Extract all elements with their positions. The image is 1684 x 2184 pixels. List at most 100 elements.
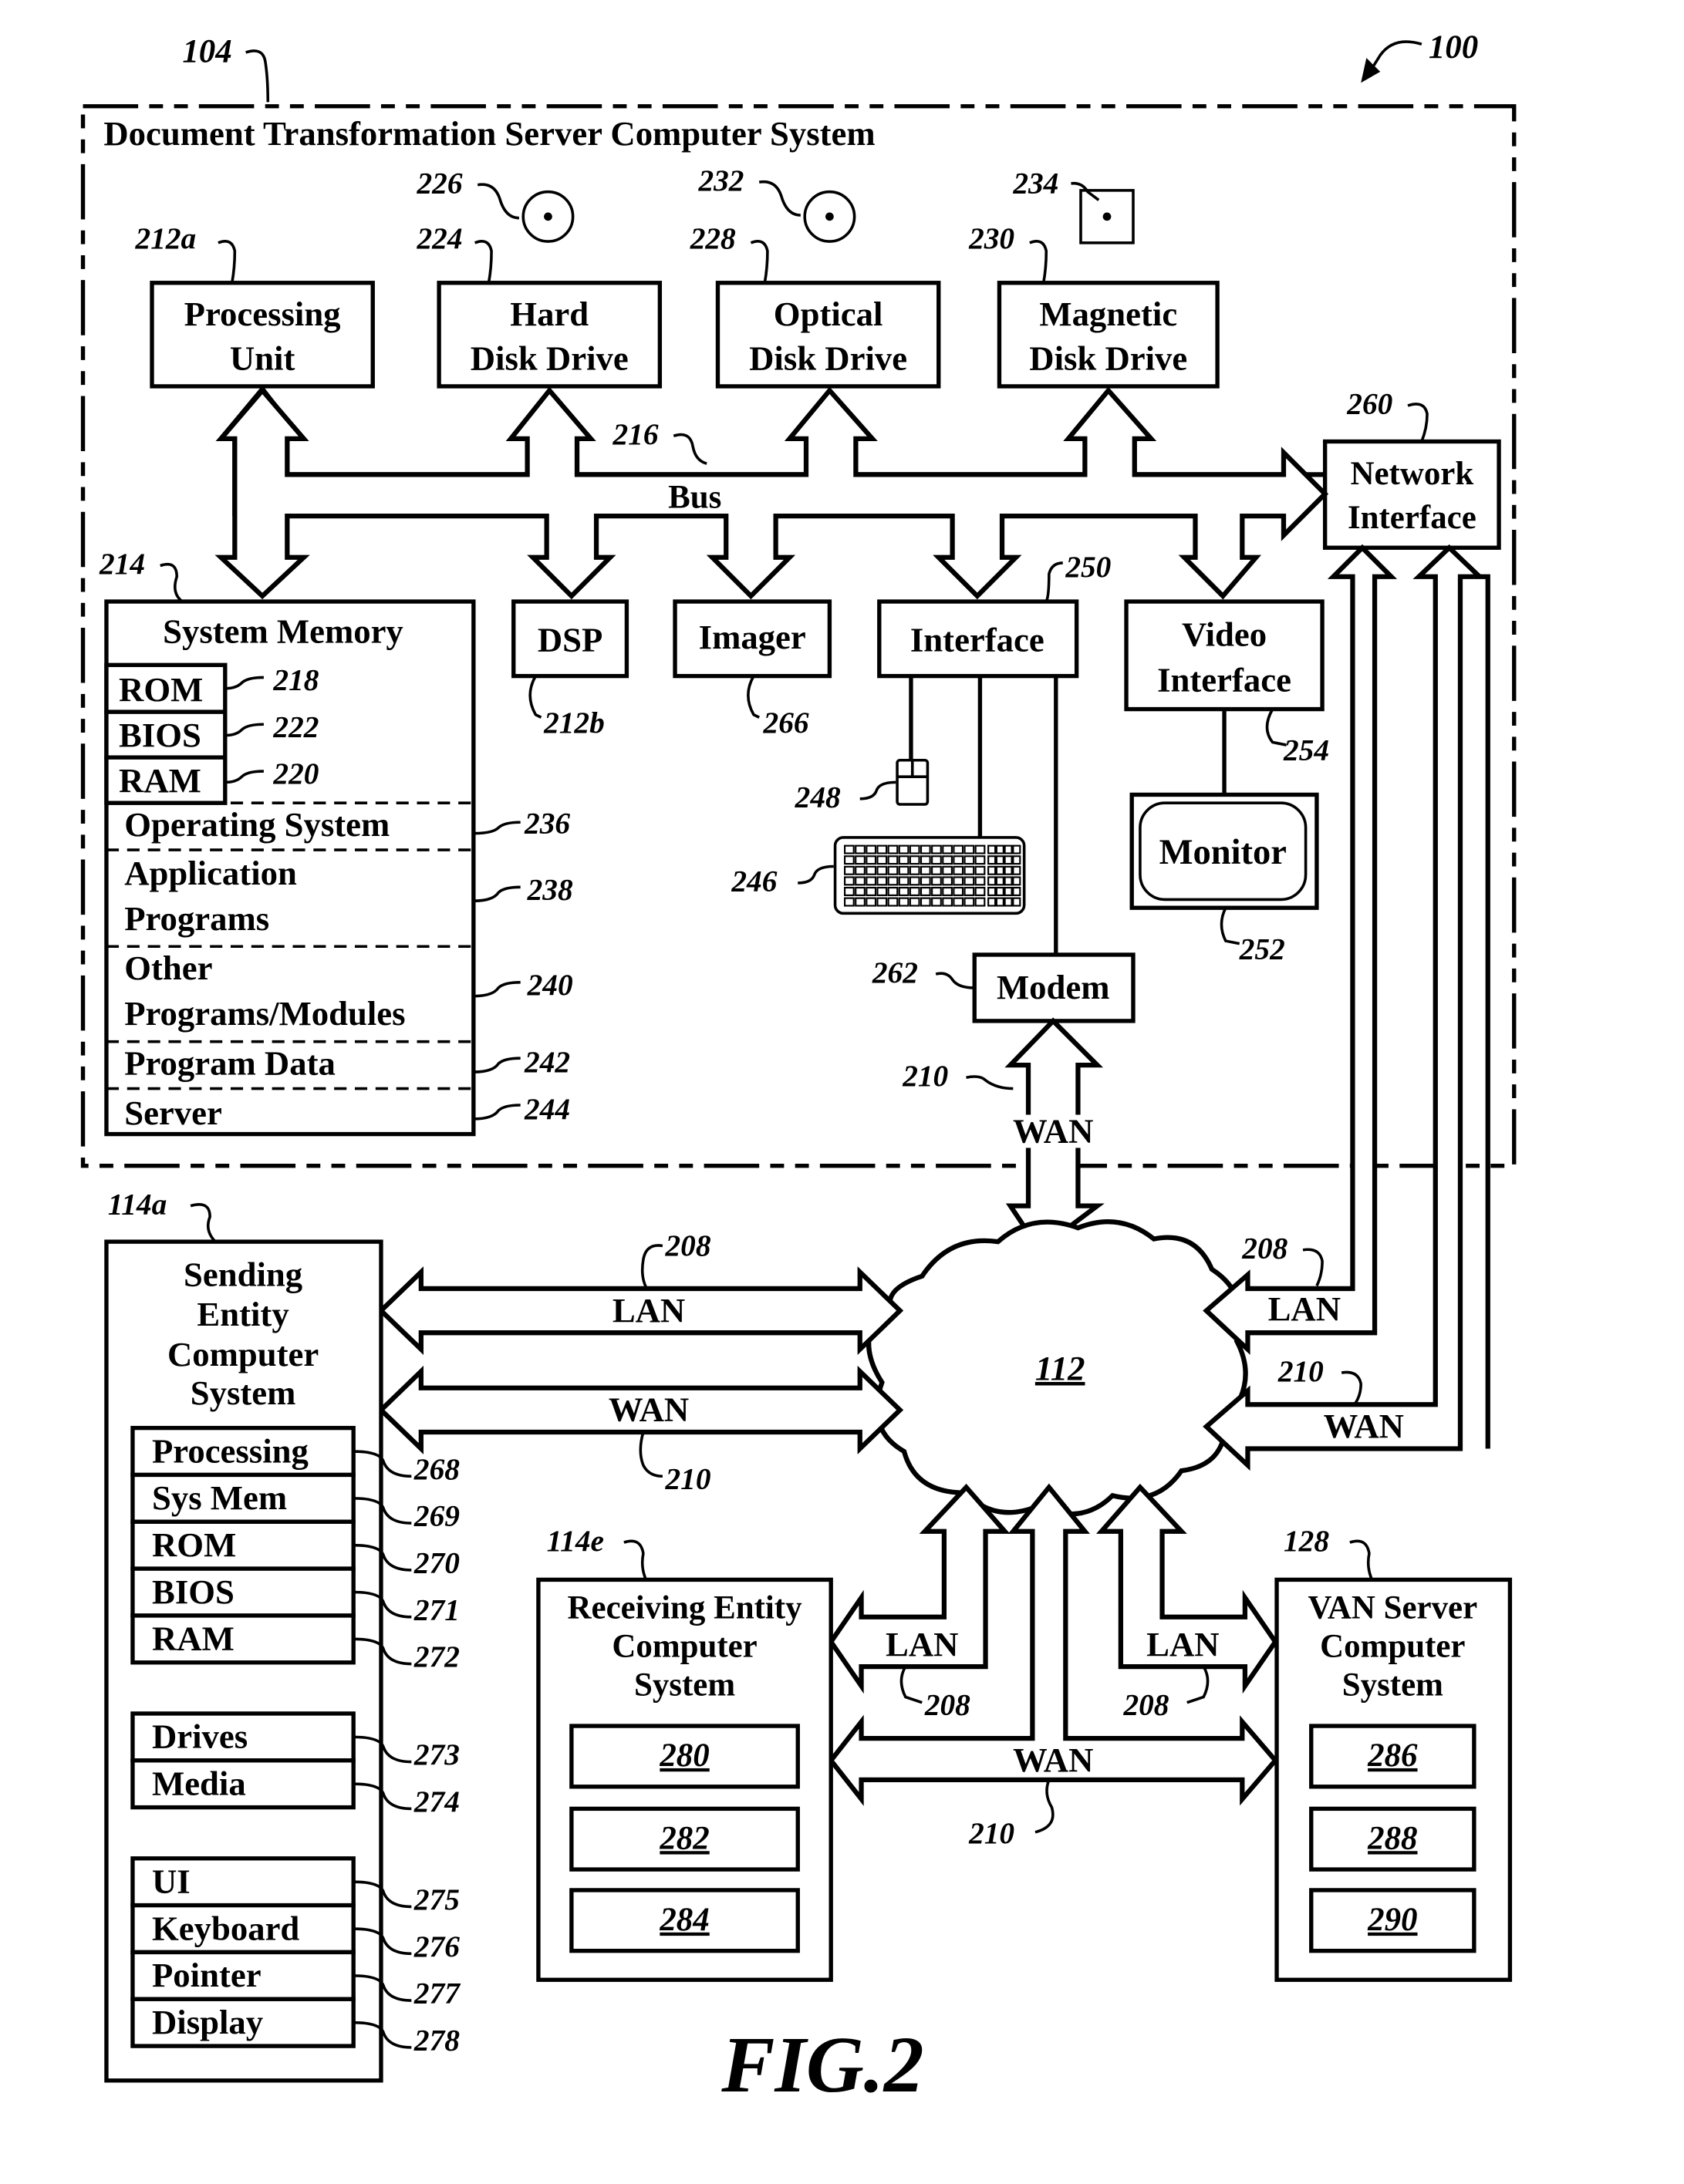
monitor-icon: Monitor <box>1129 792 1319 910</box>
system-bus: Bus <box>214 385 1329 600</box>
keyboard-key <box>909 886 920 896</box>
keyboard-key <box>931 865 942 875</box>
figure-title: FIG.2 <box>721 2021 923 2109</box>
keyboard-numpad-key <box>1012 897 1021 907</box>
van-item-288: 288 <box>1367 1820 1417 1856</box>
keyboard-key <box>855 855 866 865</box>
keyboard-key <box>953 855 964 865</box>
bus-label: Bus <box>668 479 721 515</box>
bottom-wan-label: WAN <box>1013 1741 1093 1779</box>
keyboard-key <box>887 886 899 896</box>
sending-title-3: Computer <box>167 1335 319 1373</box>
recv-item-282: 282 <box>659 1820 709 1856</box>
keyboard-key <box>974 876 986 886</box>
imager-label: Imager <box>699 618 806 656</box>
keyboard-numpad-key <box>987 897 997 907</box>
keyboard-numpad-key <box>987 886 997 896</box>
sysmem-section-server: Server <box>124 1094 222 1132</box>
dsp: DSP <box>511 599 629 679</box>
network-interface: Network Interface <box>1322 439 1501 550</box>
keyboard-key <box>963 855 975 865</box>
keyboard-numpad-key <box>1012 876 1021 886</box>
sending-item-label: Keyboard <box>152 1909 299 1947</box>
floppy-media-icon <box>1079 189 1135 244</box>
leader-236 <box>473 821 521 835</box>
sending-item-ref: 270 <box>413 1545 460 1579</box>
keyboard-key <box>942 865 953 875</box>
leader-228 <box>750 240 769 284</box>
modem-wan-label: WAN <box>1013 1111 1093 1150</box>
keyboard-numpad-key <box>1012 865 1021 875</box>
keyboard-key <box>855 897 866 907</box>
imager: Imager <box>673 599 832 679</box>
keyboard-key <box>974 855 986 865</box>
sysmem-section-app-2: Programs <box>124 899 269 938</box>
keyboard-numpad-key <box>1012 855 1021 865</box>
ref-212a: 212a <box>135 221 197 255</box>
ref-224: 224 <box>416 221 462 255</box>
van-title-2: Computer <box>1320 1629 1465 1665</box>
sending-item-ref: 271 <box>413 1592 460 1626</box>
keyboard-key <box>876 897 888 907</box>
keyboard-key <box>866 865 877 875</box>
keyboard-key <box>963 844 975 854</box>
ref-228: 228 <box>690 221 736 255</box>
keyboard-key <box>887 865 899 875</box>
leader-128 <box>1349 1539 1374 1581</box>
keyboard-key <box>942 855 953 865</box>
recv-lan-label: LAN <box>886 1625 958 1663</box>
keyboard-numpad-key <box>1012 886 1021 896</box>
keyboard-key <box>855 886 866 896</box>
van-title-3: System <box>1342 1667 1443 1704</box>
optical-disk-drive: Optical Disk Drive <box>715 281 941 389</box>
sending-item-ref: 274 <box>413 1785 460 1818</box>
interface-label: Interface <box>910 620 1044 659</box>
keyboard-numpad-key <box>1004 855 1013 865</box>
ref-208-left: 208 <box>665 1228 711 1262</box>
keyboard-key <box>942 886 953 896</box>
keyboard-key <box>942 897 953 907</box>
keyboard-numpad-key <box>1012 844 1021 854</box>
processing-unit-line1: Processing <box>184 295 341 333</box>
keyboard-key <box>931 876 942 886</box>
keyboard-key <box>876 886 888 896</box>
keyboard-key <box>844 865 855 875</box>
ref-248: 248 <box>795 780 841 814</box>
keyboard-key <box>931 886 942 896</box>
leader-208-recv <box>899 1666 923 1704</box>
server-system-title: Document Transformation Server Computer … <box>103 114 875 153</box>
ref-214: 214 <box>99 547 145 581</box>
ref-208-van: 208 <box>1122 1688 1169 1722</box>
leader-240 <box>473 980 521 998</box>
modem: Modem <box>972 952 1136 1023</box>
ref-220: 220 <box>272 757 319 790</box>
keyboard-numpad-key <box>995 897 1004 907</box>
keyboard-numpad-key <box>987 855 997 865</box>
keyboard-numpad-key <box>1004 865 1013 875</box>
keyboard-key <box>963 886 975 896</box>
leader-210-bottom <box>1034 1779 1055 1834</box>
keyboard-key <box>898 844 909 854</box>
sending-title-1: Sending <box>184 1255 302 1293</box>
sending-item-label: ROM <box>152 1525 236 1564</box>
left-lan-link: LAN <box>377 1266 904 1356</box>
right-lan-label: LAN <box>1268 1289 1341 1328</box>
processing-unit-line2: Unit <box>230 339 295 377</box>
sysmem-section-os: Operating System <box>124 805 390 844</box>
hard-disk-drive: Hard Disk Drive <box>437 281 663 389</box>
ref-208-right: 208 <box>1241 1232 1287 1266</box>
processing-unit: Processing Unit <box>150 281 375 389</box>
ref-238: 238 <box>527 872 573 906</box>
ref-262: 262 <box>872 956 918 989</box>
keyboard-key <box>953 897 964 907</box>
keyboard-key <box>855 876 866 886</box>
sending-item-ref: 272 <box>413 1640 460 1673</box>
van-item-290: 290 <box>1367 1902 1417 1938</box>
left-wan-link: WAN <box>377 1365 904 1454</box>
ref-114a: 114a <box>108 1187 167 1221</box>
left-wan-label: WAN <box>609 1390 689 1429</box>
van-title-1: VAN Server <box>1308 1590 1477 1626</box>
keyboard-key <box>887 844 899 854</box>
ref-232: 232 <box>697 163 744 197</box>
keyboard-key <box>920 876 931 886</box>
